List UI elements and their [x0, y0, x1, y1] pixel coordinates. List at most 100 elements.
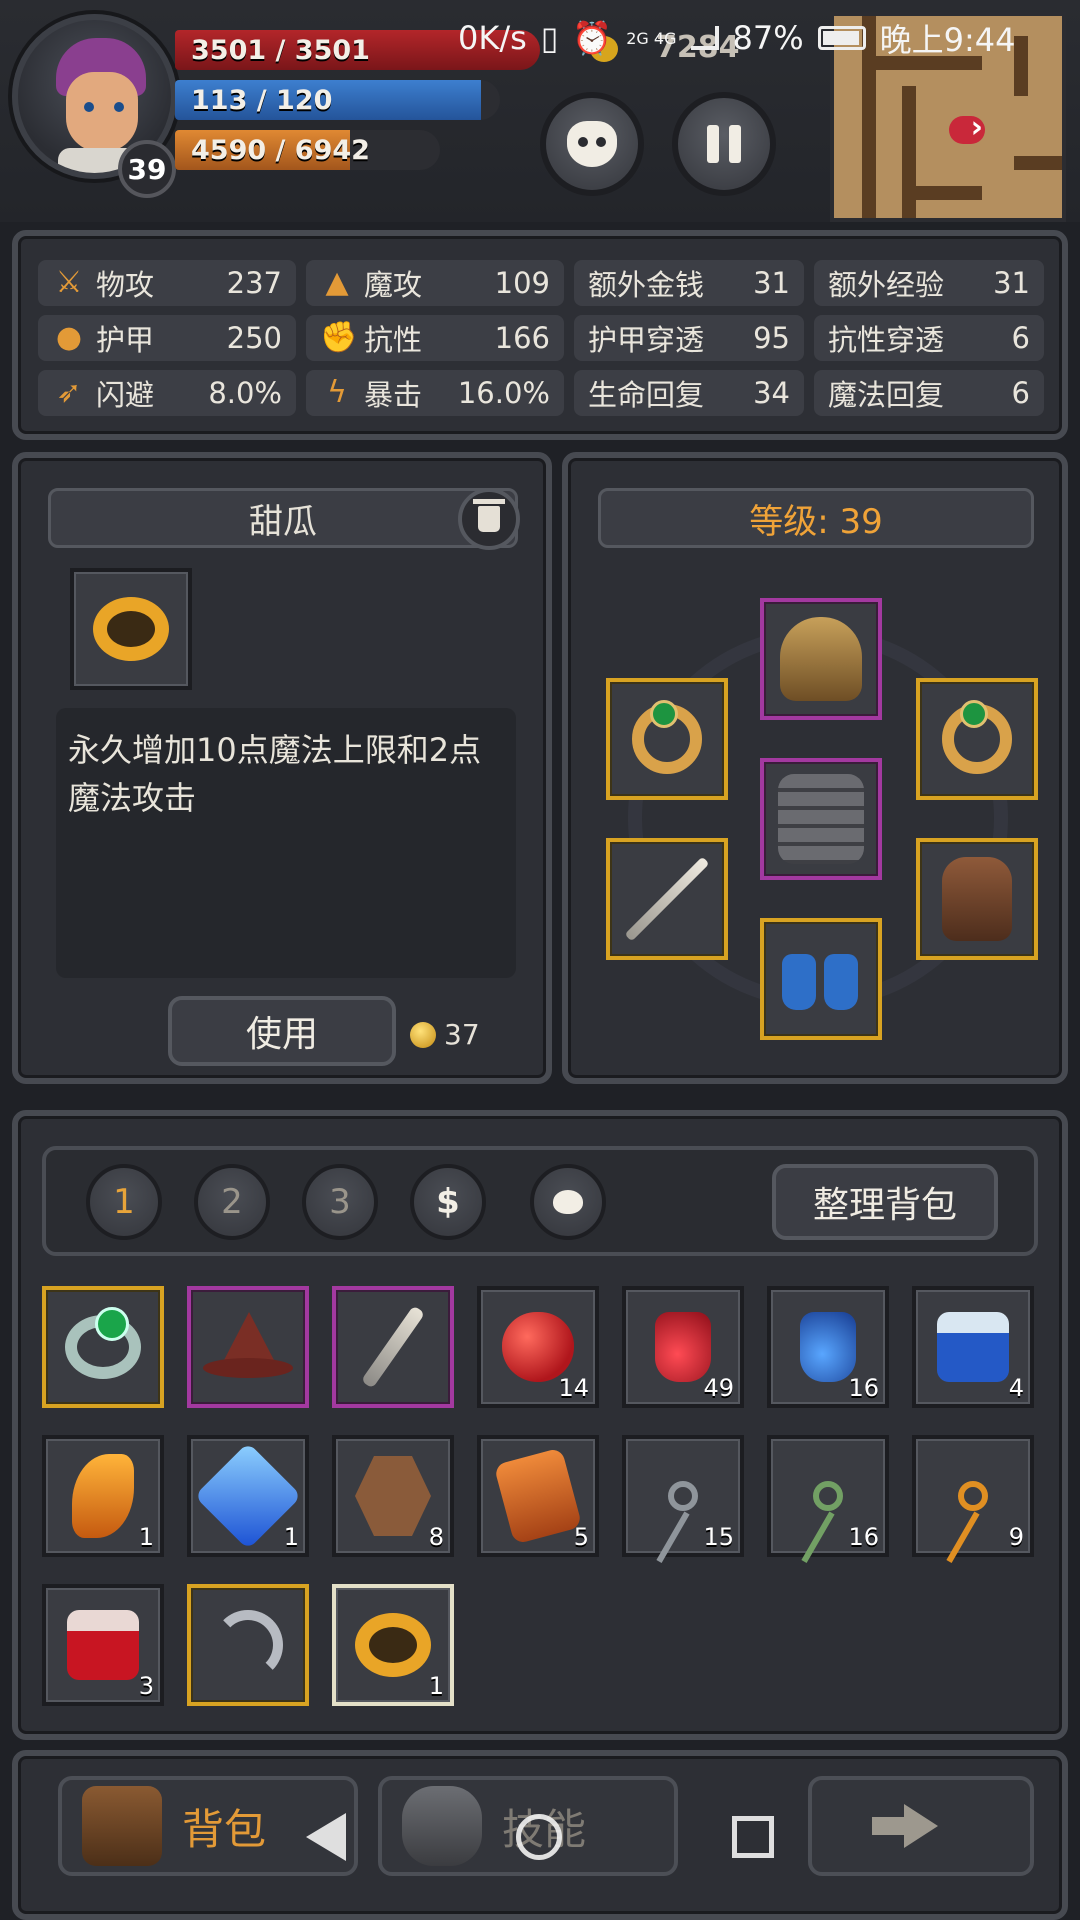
tab-page-3[interactable]: 3: [302, 1164, 378, 1240]
network-type: 2G 4G: [626, 28, 677, 48]
orange-claw-icon: [72, 1454, 134, 1538]
item-count: 49: [703, 1374, 734, 1402]
inventory-slot[interactable]: 1: [332, 1584, 454, 1706]
equip-slot-helmet[interactable]: [760, 598, 882, 720]
stat-value: 34: [753, 376, 790, 410]
tab-page-1[interactable]: 1: [86, 1164, 162, 1240]
red-potion-icon: [655, 1312, 711, 1382]
inventory-slot[interactable]: 49: [622, 1286, 744, 1408]
mp-text: 113 / 120: [191, 85, 333, 116]
paw-icon: ●: [55, 320, 83, 355]
item-name: 甜瓜: [48, 488, 518, 548]
tab-page-2[interactable]: 2: [194, 1164, 270, 1240]
stat-cell: ➶ 闪避 8.0%: [38, 370, 296, 416]
inventory-slot[interactable]: 8: [332, 1435, 454, 1557]
stat-label: 生命回复: [588, 378, 705, 412]
trash-icon: [473, 499, 505, 532]
inventory-slot[interactable]: 4: [912, 1286, 1034, 1408]
stat-value: 16.0%: [457, 376, 550, 410]
stat-label: 魔法回复: [828, 378, 945, 412]
green-gem-ring-icon: [65, 1307, 141, 1379]
inventory-slot[interactable]: [42, 1286, 164, 1408]
stat-cell: 额外金钱 31: [574, 260, 804, 306]
item-description: 永久增加10点魔法上限和2点魔法攻击: [56, 708, 516, 978]
recent-apps-icon[interactable]: [732, 1816, 774, 1858]
discard-button[interactable]: [458, 488, 520, 550]
inventory-slot[interactable]: 1: [42, 1435, 164, 1557]
stat-value: 6: [1011, 321, 1030, 355]
inventory-slot[interactable]: 15: [622, 1435, 744, 1557]
equip-slot-weapon[interactable]: [606, 838, 728, 960]
red-jar-icon: [67, 1610, 139, 1680]
inventory-slot[interactable]: 5: [477, 1435, 599, 1557]
stone-rune-icon: [355, 1456, 431, 1536]
tab-pet[interactable]: [530, 1164, 606, 1240]
stat-value: 8.0%: [208, 376, 282, 410]
equip-slot-ring-right[interactable]: [916, 678, 1038, 800]
item-count: 1: [428, 1672, 444, 1700]
inventory-slot[interactable]: [187, 1286, 309, 1408]
stat-value: 166: [494, 321, 550, 355]
xp-bar: 4590 / 6942: [175, 130, 440, 170]
stat-value: 31: [993, 266, 1030, 300]
item-count: 3: [138, 1672, 154, 1700]
hero-level-badge: 39: [118, 140, 176, 198]
gold-ring-icon: [93, 597, 169, 661]
inventory-slot[interactable]: 3: [42, 1584, 164, 1706]
equip-slot-ring-left[interactable]: [606, 678, 728, 800]
use-button[interactable]: 使用: [168, 996, 396, 1066]
tab-shop[interactable]: $: [410, 1164, 486, 1240]
back-icon[interactable]: [306, 1813, 346, 1861]
equip-slot-armor[interactable]: [760, 758, 882, 880]
sword-icon: ⚔: [55, 265, 83, 300]
ring-icon: [942, 700, 1012, 774]
stat-label: 闪避: [96, 378, 155, 412]
silver-key-icon: [668, 1481, 698, 1511]
stat-cell: ϟ 暴击 16.0%: [306, 370, 564, 416]
stat-value: 237: [226, 266, 282, 300]
equip-slot-gloves[interactable]: [916, 838, 1038, 960]
hp-text: 3501 / 3501: [191, 35, 370, 66]
item-count: 8: [428, 1523, 444, 1551]
vibrate-icon: ▯: [540, 19, 559, 57]
stat-cell: 抗性穿透 6: [814, 315, 1044, 361]
pause-button[interactable]: [672, 92, 776, 196]
equipment-panel: 等级: 39: [562, 452, 1068, 1084]
paw-icon: [553, 1190, 583, 1214]
inventory-slot[interactable]: [332, 1286, 454, 1408]
stat-cell: ⚔ 物攻 237: [38, 260, 296, 306]
gold-ring-icon: [355, 1613, 431, 1677]
helmet-icon: [780, 617, 862, 701]
mp-bar: 113 / 120: [175, 80, 500, 120]
pause-icon: [707, 125, 719, 163]
sickle-icon: [213, 1610, 283, 1680]
android-nav-bar: [0, 1782, 1080, 1892]
inventory-slot[interactable]: 14: [477, 1286, 599, 1408]
home-icon[interactable]: [516, 1814, 562, 1860]
equip-slot-boots[interactable]: [760, 918, 882, 1040]
battery-icon: [817, 26, 866, 50]
top-hud: 39 3501 / 3501 113 / 120 4590 / 6942 728…: [0, 0, 1080, 222]
stat-cell: 魔法回复 6: [814, 370, 1044, 416]
orange-key-icon: [958, 1481, 988, 1511]
item-count: 4: [1008, 1374, 1024, 1402]
item-count: 16: [848, 1523, 879, 1551]
equipment-level-title: 等级: 39: [598, 488, 1034, 548]
ring-icon: [632, 700, 702, 774]
sort-inventory-button[interactable]: 整理背包: [772, 1164, 998, 1240]
signal-icon: [690, 26, 719, 50]
battery-percent: 87%: [732, 19, 804, 57]
inventory-slot[interactable]: 9: [912, 1435, 1034, 1557]
stats-panel: ⚔ 物攻 237 ▲ 魔攻 109 额外金钱 31 额外经验 31 ● 护甲 250 ✊ 抗性 166 护甲穿透…: [12, 230, 1068, 440]
sword-icon: [624, 856, 710, 942]
stat-label: 抗性: [364, 323, 423, 357]
inventory-slot[interactable]: [187, 1584, 309, 1706]
mask-icon: [567, 121, 617, 167]
muscle-icon: ✊: [320, 320, 358, 355]
inventory-slot[interactable]: 1: [187, 1435, 309, 1557]
character-menu-button[interactable]: [540, 92, 644, 196]
inventory-slot[interactable]: 16: [767, 1435, 889, 1557]
stat-cell: ● 护甲 250: [38, 315, 296, 361]
stat-label: 护甲: [96, 323, 155, 357]
inventory-slot[interactable]: 16: [767, 1286, 889, 1408]
